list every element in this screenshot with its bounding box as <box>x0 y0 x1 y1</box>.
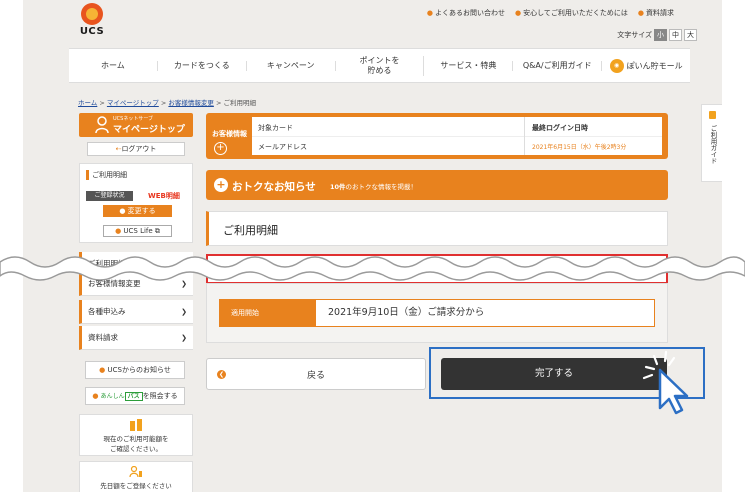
font-size-label: 文字サイズ <box>617 31 652 39</box>
click-cursor-icon <box>642 350 689 415</box>
mall-icon: ◉ <box>609 58 624 73</box>
ucs-notice-button[interactable]: ● UCSからのお知らせ <box>85 361 185 379</box>
breadcrumb: ホーム > マイページトップ > お客様情報変更 > ご利用明細 <box>78 99 256 107</box>
email-label: メールアドレス <box>258 143 307 151</box>
person-icon <box>95 116 109 134</box>
pass-logo: パス <box>124 392 143 401</box>
anshin-pass-button[interactable]: ● あんしん パス を照会する <box>85 387 185 405</box>
deals-notice-title: おトクなお知らせ <box>232 181 316 193</box>
back-button-label: 戻る <box>306 371 325 381</box>
font-size-switcher: 文字サイズ 小 中 大 <box>617 29 697 41</box>
statement-box-title: ご利用明細 <box>86 170 127 180</box>
top-link-faq[interactable]: ● よくあるお問い合わせ <box>427 8 505 18</box>
coins-icon <box>130 419 142 431</box>
breadcrumb-home[interactable]: ホーム <box>78 99 97 107</box>
nav-item-qa-guide[interactable]: Q&A/ご利用ガイド <box>513 60 603 71</box>
nav-item-make-card[interactable]: カードをつくる <box>158 60 247 71</box>
font-size-small-button[interactable]: 小 <box>654 29 667 41</box>
customer-info-table: 対象カード メールアドレス 最終ログイン日時 2021年6月15日（水）午後2時… <box>252 117 662 155</box>
customer-info-banner: お客様情報 + 対象カード メールアドレス 最終ログイン日時 2021年6月15… <box>206 113 668 159</box>
deals-notice-sub: 10件のおトクな情報を掲載！ <box>330 183 418 191</box>
logo-text: UCS <box>79 26 105 37</box>
sidebar-item-applications[interactable]: 各種申込み ❯ <box>79 300 193 324</box>
change-button[interactable]: ● 変更する <box>103 205 172 217</box>
chevron-right-icon: ❯ <box>181 334 187 342</box>
mypage-sub-label: UCSネットサーブ <box>113 116 154 122</box>
bullet-icon: ● <box>514 9 522 17</box>
bullet-icon: ● <box>119 207 128 215</box>
logout-button[interactable]: ⇠ログアウト <box>87 142 185 156</box>
divider <box>524 117 525 155</box>
usage-guide-label: ご利用ガイド <box>709 125 717 164</box>
plus-icon: + <box>214 178 228 192</box>
confirm-panel: 適用開始 2021年9月10日（金）ご請求分から <box>206 283 668 343</box>
usage-guide-tab[interactable]: ご利用ガイド <box>701 104 722 182</box>
available-credit-card[interactable]: 現在のご利用可能額を ご確認ください。 <box>79 414 193 456</box>
plus-icon[interactable]: + <box>214 142 227 155</box>
top-link-safety[interactable]: ● 安心してご利用いただくためには <box>515 8 628 18</box>
deals-notice-bar[interactable]: + おトクなお知らせ 10件のおトクな情報を掲載！ <box>206 170 668 200</box>
font-size-medium-button[interactable]: 中 <box>669 29 682 41</box>
nav-item-campaign[interactable]: キャンペーン <box>247 60 336 71</box>
ucs-logo[interactable]: UCS <box>77 3 107 39</box>
font-size-large-button[interactable]: 大 <box>684 29 697 41</box>
bullet-icon: ● <box>426 9 433 17</box>
chevron-right-icon: ❯ <box>181 308 187 316</box>
global-nav: ホーム カードをつくる キャンペーン ポイントを 貯める サービス・特典 Q&A… <box>69 48 690 83</box>
done-button[interactable]: 完了する <box>441 358 667 390</box>
nav-item-services[interactable]: サービス・特典 <box>424 60 514 71</box>
breadcrumb-mypage[interactable]: マイページトップ <box>107 99 159 107</box>
bullet-icon: ● <box>637 9 644 17</box>
period-label: 適用開始 <box>219 299 315 327</box>
torn-separator <box>0 256 745 281</box>
logo-mark-icon <box>81 3 103 25</box>
registration-status-value: WEB明細 <box>148 192 180 200</box>
guide-icon <box>709 111 716 119</box>
sidebar-item-brochure[interactable]: 資料請求 ❯ <box>79 326 193 350</box>
top-links: ● よくあるお問い合わせ ● 安心してご利用いただくためには ● 資料請求 <box>427 8 674 18</box>
nav-item-points[interactable]: ポイントを 貯める <box>336 55 425 76</box>
mypage-top-button[interactable]: UCSネットサーブ マイページトップ <box>79 113 193 137</box>
divider <box>252 136 662 137</box>
mypage-main-label: マイページトップ <box>113 125 185 135</box>
breadcrumb-current: ご利用明細 <box>223 99 256 107</box>
person-coin-icon <box>129 466 142 478</box>
breadcrumb-customer-info[interactable]: お客様情報変更 <box>168 99 214 107</box>
target-card-label: 対象カード <box>258 124 293 132</box>
last-login-label: 最終ログイン日時 <box>532 124 588 132</box>
nav-item-home[interactable]: ホーム <box>69 60 158 71</box>
bullet-icon: ● <box>99 366 108 374</box>
external-link-icon: ⧉ <box>152 227 160 235</box>
back-button[interactable]: ❮ 戻る <box>206 358 426 390</box>
page-title: ご利用明細 <box>223 224 278 237</box>
period-value: 2021年9月10日（金）ご請求分から <box>315 299 655 327</box>
anshin-label: あんしん <box>100 393 125 400</box>
nav-item-mall[interactable]: ◉ ぽいん貯モール <box>602 58 690 73</box>
registration-status-label: ご登録状況 <box>86 191 133 201</box>
register-card[interactable]: 先日額をご登録ください <box>79 461 193 492</box>
bullet-icon: ● <box>92 392 101 400</box>
statement-box: ご利用明細 ご登録状況 WEB明細 ● 変更する ● UCS Life ⧉ <box>79 163 193 243</box>
customer-info-label: お客様情報 <box>212 130 247 138</box>
last-login-value: 2021年6月15日（水）午後2時3分 <box>532 144 627 151</box>
ucs-life-button[interactable]: ● UCS Life ⧉ <box>103 225 172 237</box>
top-link-brochure[interactable]: ● 資料請求 <box>638 8 674 18</box>
